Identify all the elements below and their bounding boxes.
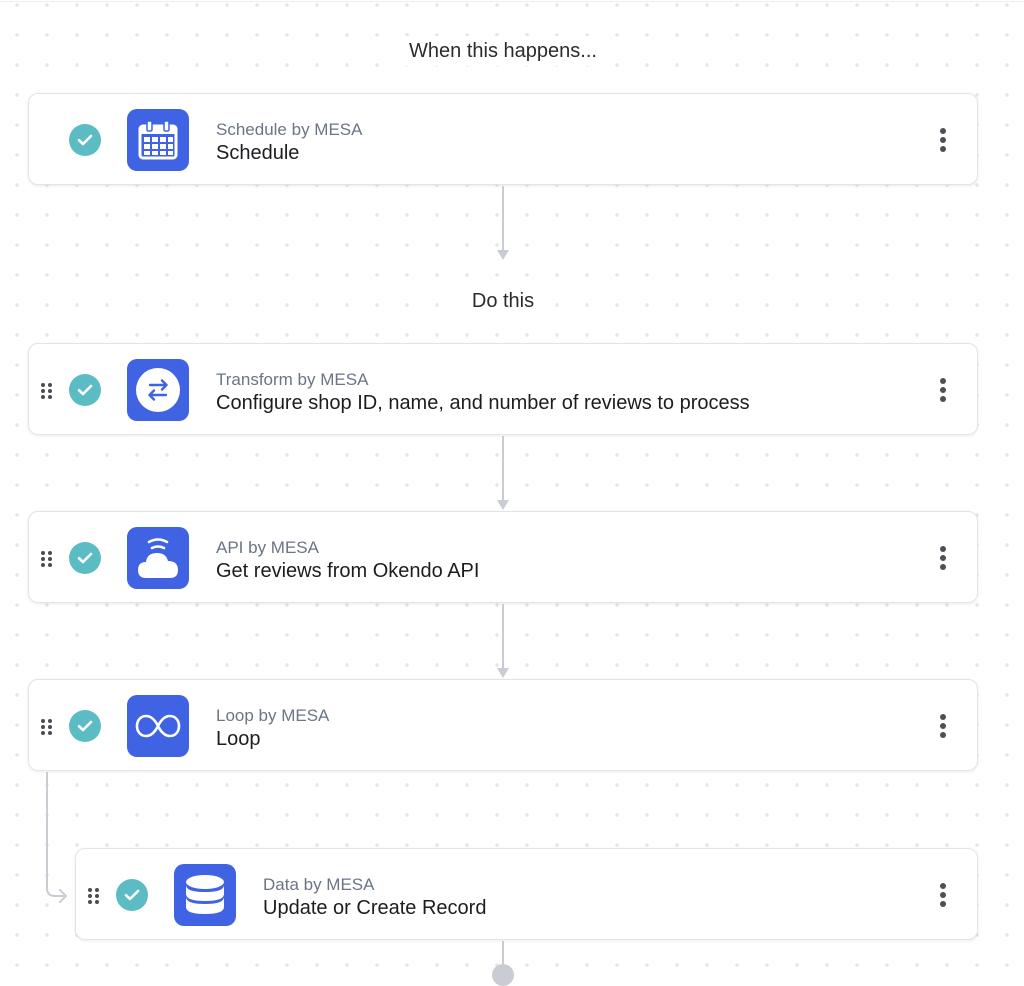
database-icon [174,864,236,926]
app-name: API by MESA [216,538,319,557]
step-complete-check-icon [116,879,148,911]
more-dot-icon [940,892,946,898]
step-text: Transform by MESA Configure shop ID, nam… [216,370,750,416]
trigger-section-label: When this happens... [0,36,1006,66]
more-dot-icon [940,137,946,143]
drag-handle-icon[interactable] [41,551,53,567]
step-title: Configure shop ID, name, and number of r… [216,392,750,414]
more-dot-icon [940,546,946,552]
action-section-label: Do this [0,286,1006,316]
cloud-api-icon [127,527,189,589]
step-text: Loop by MESA Loop [216,706,329,752]
connector-arrow-icon [497,668,509,678]
more-dot-icon [940,901,946,907]
more-options-button[interactable] [935,542,951,574]
app-name: Data by MESA [263,875,375,894]
connector-line [502,941,504,965]
step-complete-check-icon [69,542,101,574]
step-title: Get reviews from Okendo API [216,560,480,582]
drag-handle-icon[interactable] [88,888,100,904]
more-dot-icon [940,387,946,393]
more-dot-icon [940,555,946,561]
more-options-button[interactable] [935,710,951,742]
step-card-api[interactable]: API by MESA Get reviews from Okendo API [28,511,978,603]
step-card-transform[interactable]: Transform by MESA Configure shop ID, nam… [28,343,978,435]
step-title: Loop [216,728,261,750]
connector-arrow-icon [497,250,509,260]
step-complete-check-icon [69,124,101,156]
more-options-button[interactable] [935,879,951,911]
connector-line [502,604,504,670]
step-card-data[interactable]: Data by MESA Update or Create Record [75,848,978,940]
more-dot-icon [940,146,946,152]
step-text: Schedule by MESA Schedule [216,120,362,166]
step-title: Update or Create Record [263,897,487,919]
step-title: Schedule [216,142,300,164]
loop-nested-connector [46,772,67,903]
drag-handle-icon[interactable] [41,383,53,399]
step-text: Data by MESA Update or Create Record [263,875,486,921]
connector-line [502,436,504,502]
connector-arrow-icon [497,500,509,510]
more-dot-icon [940,723,946,729]
calendar-icon [127,109,189,171]
top-divider [0,1,1024,2]
drag-handle-icon[interactable] [41,719,53,735]
more-dot-icon [940,378,946,384]
more-dot-icon [940,732,946,738]
more-dot-icon [940,714,946,720]
trigger-card[interactable]: Schedule by MESA Schedule [28,93,978,185]
step-complete-check-icon [69,710,101,742]
more-dot-icon [940,883,946,889]
more-dot-icon [940,128,946,134]
more-options-button[interactable] [935,374,951,406]
transform-arrows-icon [127,359,189,421]
app-name: Loop by MESA [216,706,330,725]
step-card-loop[interactable]: Loop by MESA Loop [28,679,978,771]
step-complete-check-icon [69,374,101,406]
connector-line [502,186,504,250]
add-step-node[interactable] [492,964,514,986]
more-dot-icon [940,564,946,570]
app-name: Schedule by MESA [216,120,363,139]
step-text: API by MESA Get reviews from Okendo API [216,538,479,584]
app-name: Transform by MESA [216,370,369,389]
more-dot-icon [940,396,946,402]
infinity-loop-icon [127,695,189,757]
more-options-button[interactable] [935,124,951,156]
